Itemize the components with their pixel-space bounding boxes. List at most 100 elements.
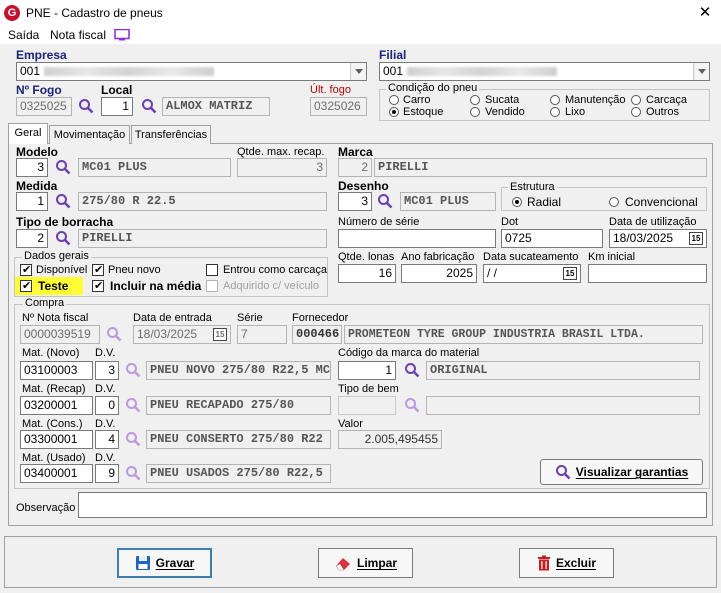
menu-saida[interactable]: Saída <box>8 28 39 42</box>
gravar-button[interactable]: Gravar <box>117 548 212 578</box>
radio-sucata-label: Sucata <box>485 94 520 106</box>
km-inicial-label: Km inicial <box>588 251 636 263</box>
fogo-field[interactable]: 0325025 <box>16 97 72 116</box>
observacao-field[interactable] <box>78 492 707 518</box>
dv-label: D.V. <box>95 383 116 395</box>
radio-radial-label: Radial <box>527 195 562 209</box>
num-serie-field[interactable] <box>338 229 496 248</box>
radio-vendido[interactable] <box>470 107 480 117</box>
radio-outros[interactable] <box>631 107 641 117</box>
search-icon[interactable] <box>55 193 71 209</box>
estrutura-title: Estrutura <box>508 181 557 193</box>
close-icon[interactable]: ✕ <box>697 3 713 21</box>
tipo-borracha-label: Tipo de borracha <box>16 215 114 229</box>
data-entrada-label: Data de entrada <box>133 312 212 324</box>
mat-recap-dv-field[interactable]: 0 <box>95 396 119 415</box>
search-icon[interactable] <box>141 98 157 114</box>
search-icon[interactable] <box>377 193 393 209</box>
mat-cons-dv-field[interactable]: 4 <box>95 430 119 449</box>
ano-fab-field[interactable]: 2025 <box>401 264 477 283</box>
monitor-icon[interactable] <box>114 28 130 41</box>
mat-usado-field[interactable]: 03400001 <box>20 464 93 483</box>
search-icon[interactable] <box>55 230 71 246</box>
mat-usado-dv-field[interactable]: 9 <box>95 464 119 483</box>
menu-bar <box>0 26 721 44</box>
menu-nota-fiscal[interactable]: Nota fiscal <box>50 28 106 42</box>
search-icon[interactable] <box>404 362 420 378</box>
radio-manutencao[interactable] <box>550 95 560 105</box>
tipo-borracha-code-field[interactable]: 2 <box>16 229 48 248</box>
checkbox-pneu-novo[interactable] <box>92 263 104 276</box>
checkbox-entrou-carcaca[interactable] <box>206 264 218 276</box>
checkbox-disponivel[interactable] <box>20 263 32 276</box>
excluir-label: Excluir <box>555 556 597 570</box>
radio-carro[interactable] <box>389 95 399 105</box>
checkbox-incluir-media[interactable] <box>92 279 104 292</box>
checkbox-teste[interactable] <box>20 279 32 292</box>
mat-novo-field[interactable]: 03100003 <box>20 361 93 380</box>
checkbox-adquirido[interactable] <box>206 280 218 292</box>
modelo-code-field[interactable]: 3 <box>16 158 48 177</box>
tipo-bem-name-field <box>426 396 700 415</box>
mat-cons-desc-field: PNEU CONSERTO 275/80 R22 <box>146 430 331 449</box>
ano-fab-label: Ano fabricação <box>401 251 475 263</box>
calendar-icon[interactable]: 15 <box>563 267 577 280</box>
data-sucat-field[interactable]: / / 15 <box>483 264 581 283</box>
search-icon[interactable] <box>404 397 420 413</box>
radio-lixo[interactable] <box>550 107 560 117</box>
search-icon[interactable] <box>78 98 94 114</box>
mat-novo-dv-field[interactable]: 3 <box>95 361 119 380</box>
visualizar-garantias-button[interactable]: Visualizar garantias <box>540 459 703 485</box>
save-icon <box>135 555 151 571</box>
qtde-lonas-field[interactable]: 16 <box>338 264 396 283</box>
modelo-label: Modelo <box>16 145 58 159</box>
dot-field[interactable]: 0725 <box>501 229 603 248</box>
radio-radial[interactable] <box>512 197 522 207</box>
mat-usado-label: Mat. (Usado) <box>22 452 86 464</box>
tab-movimentacao[interactable]: Movimentação <box>49 125 130 144</box>
km-inicial-field[interactable] <box>588 264 707 283</box>
qtde-max-label: Qtde. max. recap. <box>237 146 325 158</box>
search-icon[interactable] <box>125 431 141 447</box>
desenho-label: Desenho <box>338 179 389 193</box>
serie-field: 7 <box>237 325 287 344</box>
medida-code-field[interactable]: 1 <box>16 192 48 211</box>
mat-recap-field[interactable]: 03200001 <box>20 396 93 415</box>
valor-field: 2.005,495455 <box>338 430 442 449</box>
radio-outros-label: Outros <box>646 106 680 118</box>
mat-cons-field[interactable]: 03300001 <box>20 430 93 449</box>
search-icon <box>555 464 571 480</box>
tipo-borracha-name-field: PIRELLI <box>78 229 327 248</box>
search-icon[interactable] <box>55 159 71 175</box>
empresa-select[interactable]: 001 <box>16 62 367 81</box>
search-icon[interactable] <box>125 362 141 378</box>
cod-marca-code-field[interactable]: 1 <box>338 361 396 380</box>
radio-convencional[interactable] <box>609 197 619 207</box>
nf-field: 0000039519 <box>20 325 100 344</box>
condicao-title: Condição do pneu <box>386 82 480 94</box>
search-icon[interactable] <box>106 326 122 342</box>
chevron-down-icon[interactable] <box>350 63 366 80</box>
limpar-button[interactable]: Limpar <box>318 548 413 578</box>
calendar-icon[interactable]: 15 <box>689 232 703 245</box>
tab-geral[interactable]: Geral <box>8 123 48 144</box>
ult-fogo-field: 0325026 <box>310 97 367 116</box>
mat-usado-desc-field: PNEU USADOS 275/80 R22,5 <box>146 464 331 483</box>
search-icon[interactable] <box>125 465 141 481</box>
radio-estoque[interactable] <box>389 107 399 117</box>
chevron-down-icon[interactable] <box>693 63 709 80</box>
radio-sucata[interactable] <box>470 95 480 105</box>
calendar-icon[interactable]: 15 <box>213 328 227 341</box>
search-icon[interactable] <box>125 397 141 413</box>
tipo-bem-code-field[interactable] <box>338 396 396 415</box>
local-code-field[interactable]: 1 <box>101 97 133 116</box>
num-serie-label: Número de série <box>338 216 420 228</box>
data-util-field[interactable]: 18/03/2025 15 <box>609 229 707 248</box>
filial-select[interactable]: 001 <box>379 62 710 81</box>
ult-fogo-label: Últ. fogo <box>310 84 351 96</box>
tab-transferencias[interactable]: Transferências <box>131 125 211 144</box>
desenho-code-field[interactable]: 3 <box>338 192 372 211</box>
medida-name-field: 275/80 R 22.5 <box>78 192 327 211</box>
radio-carcaca[interactable] <box>631 95 641 105</box>
excluir-button[interactable]: Excluir <box>519 548 614 578</box>
